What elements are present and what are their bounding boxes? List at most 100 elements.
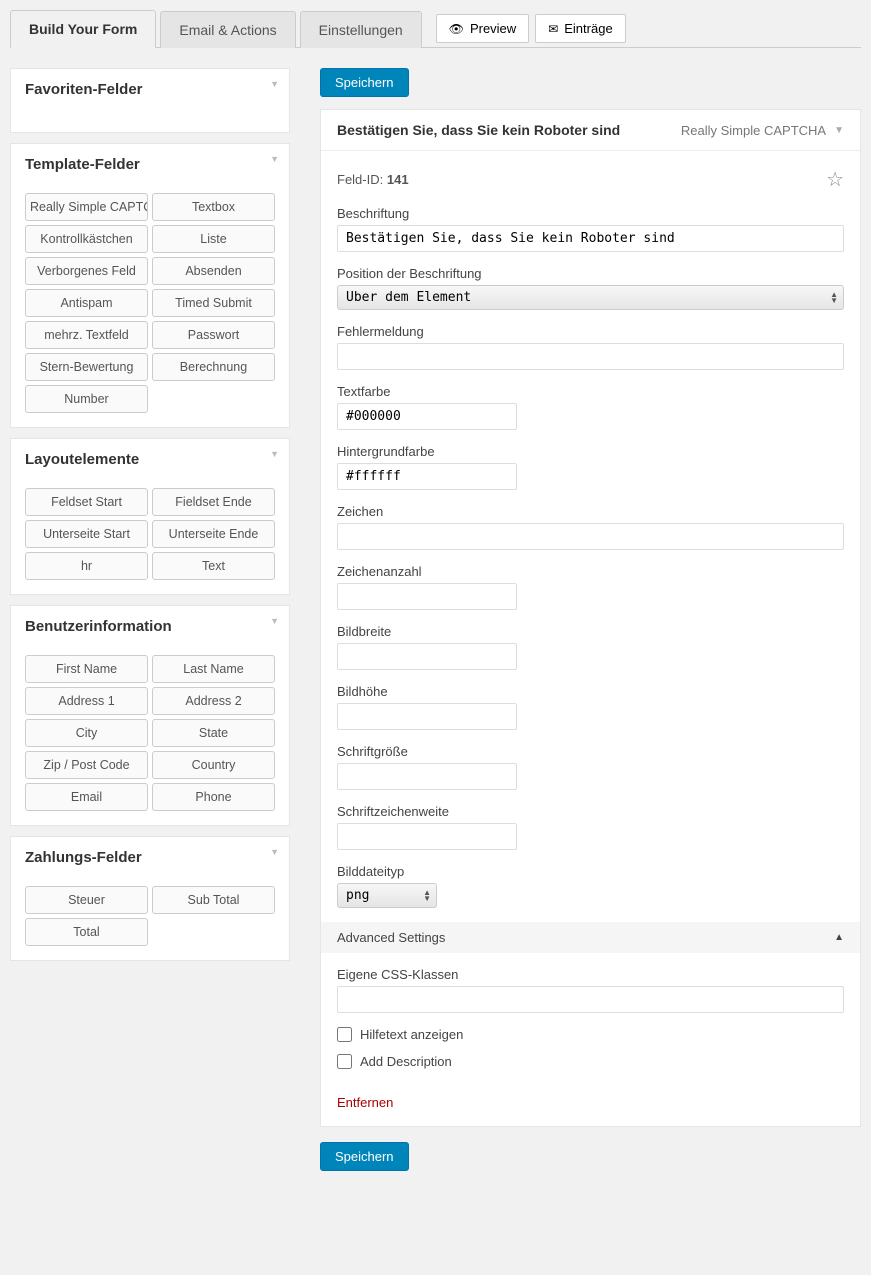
chevron-up-icon: ▲ <box>834 932 844 943</box>
tab-bar: Build Your Form Email & Actions Einstell… <box>10 10 861 48</box>
panel-header-layout[interactable]: Layoutelemente ▼ <box>11 439 289 480</box>
field-btn[interactable]: Verborgenes Feld <box>25 257 148 285</box>
field-btn[interactable]: State <box>152 719 275 747</box>
field-btn[interactable]: Zip / Post Code <box>25 751 148 779</box>
entries-button[interactable]: Einträge <box>535 14 625 43</box>
label-description: Add Description <box>360 1054 452 1069</box>
field-btn[interactable]: Textbox <box>152 193 275 221</box>
field-btn[interactable]: Address 2 <box>152 687 275 715</box>
field-btn[interactable]: mehrz. Textfeld <box>25 321 148 349</box>
label-textfarbe: Textfarbe <box>337 384 844 399</box>
field-btn[interactable]: Feldset Start <box>25 488 148 516</box>
field-btn[interactable]: Really Simple CAPTCHA <box>25 193 148 221</box>
field-btn[interactable]: Email <box>25 783 148 811</box>
input-schriftweite[interactable] <box>337 823 517 850</box>
panel-header-template[interactable]: Template-Felder ▼ <box>11 144 289 185</box>
panel-header-favoriten[interactable]: Favoriten-Felder ▼ <box>11 69 289 110</box>
label-schriftweite: Schriftzeichenweite <box>337 804 844 819</box>
preview-label: Preview <box>470 21 516 36</box>
field-btn[interactable]: Text <box>152 552 275 580</box>
checkbox-hilfetext[interactable] <box>337 1027 352 1042</box>
panel-layout: Layoutelemente ▼ Feldset Start Fieldset … <box>10 438 290 595</box>
panel-title: Favoriten-Felder <box>25 81 143 98</box>
field-btn[interactable]: Country <box>152 751 275 779</box>
field-btn[interactable]: Antispam <box>25 289 148 317</box>
field-btn[interactable]: Unterseite Ende <box>152 520 275 548</box>
advanced-label: Advanced Settings <box>337 930 445 945</box>
chevron-down-icon: ▼ <box>270 847 279 857</box>
panel-title: Benutzerinformation <box>25 618 172 635</box>
input-beschriftung[interactable] <box>337 225 844 252</box>
input-textfarbe[interactable] <box>337 403 517 430</box>
select-position[interactable]: Über dem Element <box>337 285 844 310</box>
label-bildhoehe: Bildhöhe <box>337 684 844 699</box>
star-icon[interactable]: ☆ <box>826 167 844 192</box>
label-zeichenanzahl: Zeichenanzahl <box>337 564 844 579</box>
field-btn[interactable]: Unterseite Start <box>25 520 148 548</box>
field-id-display: Feld-ID: 141 <box>337 172 409 187</box>
input-bildhoehe[interactable] <box>337 703 517 730</box>
input-schriftgroesse[interactable] <box>337 763 517 790</box>
panel-header-user-info[interactable]: Benutzerinformation ▼ <box>11 606 289 647</box>
field-btn[interactable]: Total <box>25 918 148 946</box>
input-cssklassen[interactable] <box>337 986 844 1013</box>
chevron-down-icon: ▼ <box>270 79 279 89</box>
input-fehler[interactable] <box>337 343 844 370</box>
field-btn[interactable]: Fieldset Ende <box>152 488 275 516</box>
panel-header-payment[interactable]: Zahlungs-Felder ▼ <box>11 837 289 878</box>
label-hintergrund: Hintergrundfarbe <box>337 444 844 459</box>
save-button-top[interactable]: Speichern <box>320 68 409 97</box>
panel-user-info: Benutzerinformation ▼ First Name Last Na… <box>10 605 290 826</box>
field-type-label: Really Simple CAPTCHA <box>681 123 826 138</box>
tab-email-actions[interactable]: Email & Actions <box>160 11 295 48</box>
checkbox-description[interactable] <box>337 1054 352 1069</box>
eye-icon <box>449 21 464 36</box>
entries-label: Einträge <box>564 21 612 36</box>
chevron-down-icon: ▼ <box>270 616 279 626</box>
field-btn[interactable]: hr <box>25 552 148 580</box>
field-btn[interactable]: Berechnung <box>152 353 275 381</box>
field-btn[interactable]: First Name <box>25 655 148 683</box>
tab-build-form[interactable]: Build Your Form <box>10 10 156 48</box>
label-fehler: Fehlermeldung <box>337 324 844 339</box>
panel-favoriten: Favoriten-Felder ▼ <box>10 68 290 133</box>
label-bildbreite: Bildbreite <box>337 624 844 639</box>
chevron-down-icon: ▼ <box>270 154 279 164</box>
field-editor-card: Bestätigen Sie, dass Sie kein Roboter si… <box>320 109 861 1127</box>
mail-icon <box>548 21 558 36</box>
field-btn[interactable]: Stern-Bewertung <box>25 353 148 381</box>
save-button-bottom[interactable]: Speichern <box>320 1142 409 1171</box>
remove-link[interactable]: Entfernen <box>337 1095 393 1110</box>
field-btn[interactable]: City <box>25 719 148 747</box>
field-btn[interactable]: Phone <box>152 783 275 811</box>
field-btn[interactable]: Kontrollkästchen <box>25 225 148 253</box>
label-bildtyp: Bilddateityp <box>337 864 844 879</box>
field-btn[interactable]: Timed Submit <box>152 289 275 317</box>
chevron-down-icon: ▼ <box>270 449 279 459</box>
panel-title: Template-Felder <box>25 156 140 173</box>
label-schriftgroesse: Schriftgröße <box>337 744 844 759</box>
input-zeichenanzahl[interactable] <box>337 583 517 610</box>
field-btn[interactable]: Number <box>25 385 148 413</box>
input-hintergrund[interactable] <box>337 463 517 490</box>
panel-title: Zahlungs-Felder <box>25 849 142 866</box>
label-beschriftung: Beschriftung <box>337 206 844 221</box>
label-cssklassen: Eigene CSS-Klassen <box>337 967 844 982</box>
label-position: Position der Beschriftung <box>337 266 844 281</box>
chevron-down-icon: ▼ <box>834 125 844 136</box>
field-btn[interactable]: Address 1 <box>25 687 148 715</box>
preview-button[interactable]: Preview <box>436 14 529 43</box>
field-type-select[interactable]: Really Simple CAPTCHA ▼ <box>681 123 844 138</box>
advanced-settings-toggle[interactable]: Advanced Settings ▲ <box>321 922 860 953</box>
input-bildbreite[interactable] <box>337 643 517 670</box>
select-bildtyp[interactable]: png <box>337 883 437 908</box>
tab-settings[interactable]: Einstellungen <box>300 11 422 48</box>
field-btn[interactable]: Absenden <box>152 257 275 285</box>
panel-template: Template-Felder ▼ Really Simple CAPTCHA … <box>10 143 290 428</box>
field-btn[interactable]: Last Name <box>152 655 275 683</box>
field-btn[interactable]: Sub Total <box>152 886 275 914</box>
field-btn[interactable]: Passwort <box>152 321 275 349</box>
input-zeichen[interactable] <box>337 523 844 550</box>
field-btn[interactable]: Steuer <box>25 886 148 914</box>
field-btn[interactable]: Liste <box>152 225 275 253</box>
